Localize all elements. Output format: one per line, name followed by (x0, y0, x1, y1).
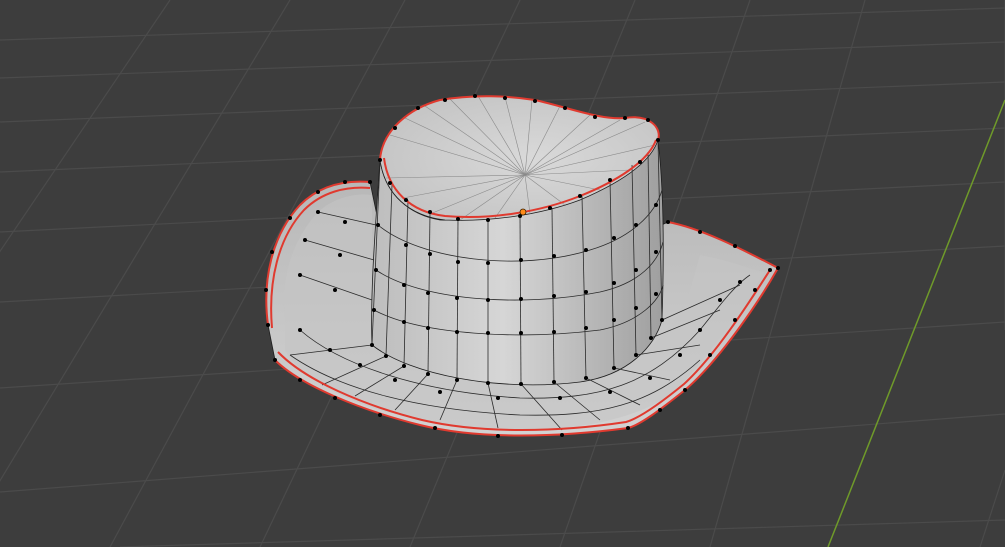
viewport-canvas[interactable] (0, 0, 1005, 547)
3d-viewport[interactable] (0, 0, 1005, 547)
object-origin[interactable] (519, 208, 527, 216)
